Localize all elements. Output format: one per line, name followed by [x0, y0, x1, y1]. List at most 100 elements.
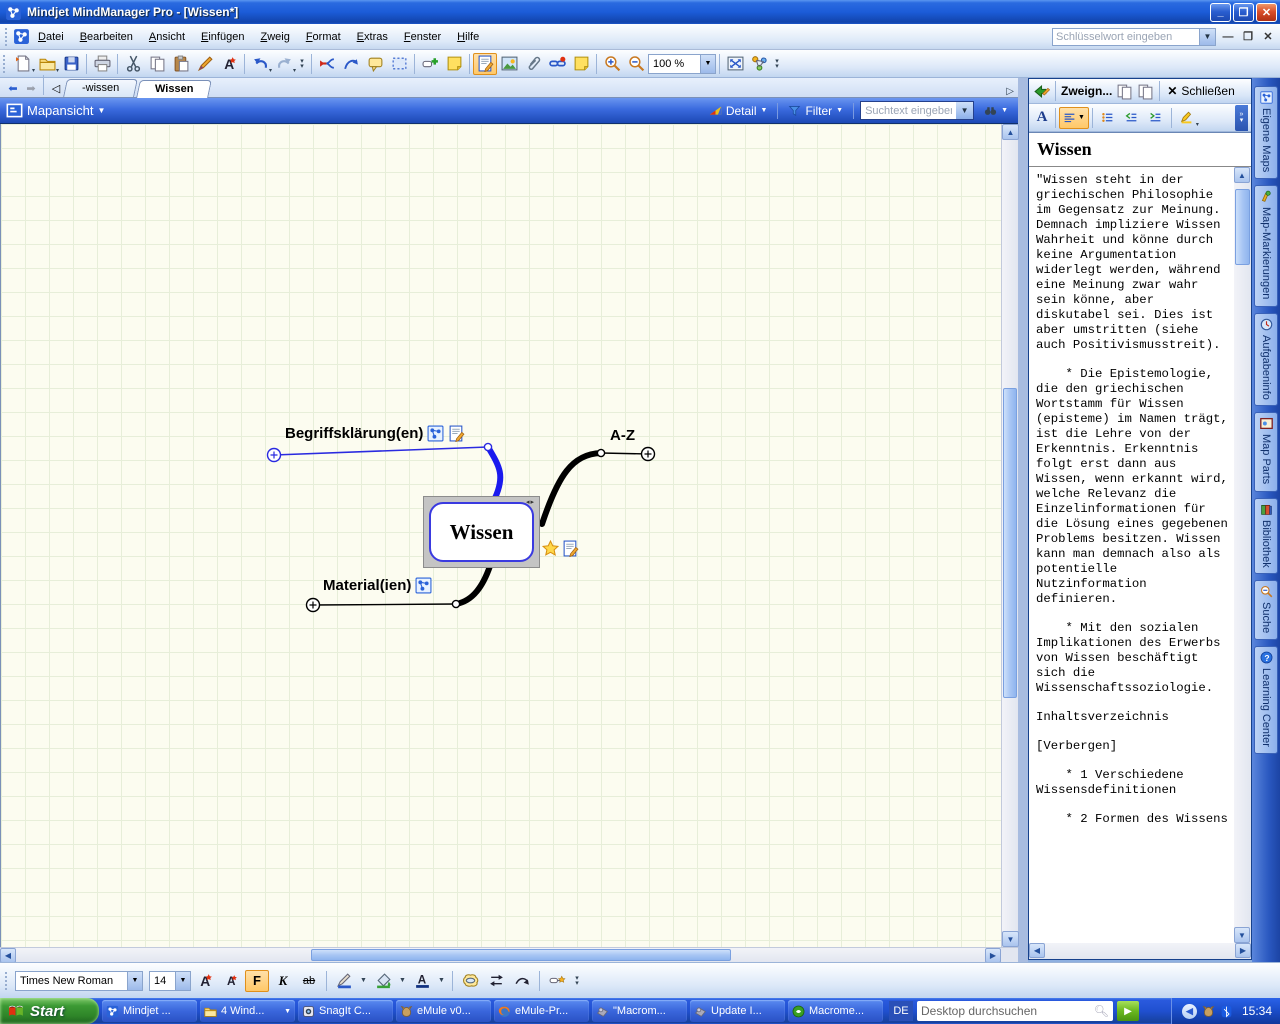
save-button[interactable] [59, 53, 83, 75]
notes-scroll-up[interactable]: ▲ [1234, 167, 1250, 183]
branch-notes-icon[interactable] [448, 425, 465, 442]
menu-zweig[interactable]: Zweig [252, 27, 297, 47]
insert-subtopic-button[interactable] [315, 53, 339, 75]
font-size-arrow[interactable]: ▼ [175, 972, 190, 990]
font-color-button[interactable] [410, 970, 434, 992]
tray-collapse-icon[interactable]: ◀ [1182, 1004, 1197, 1019]
format-text-button[interactable] [217, 53, 241, 75]
line-color-button[interactable] [332, 970, 356, 992]
topic-notes-icon[interactable] [562, 540, 579, 557]
nav-forward-button[interactable]: ➡ [22, 80, 40, 96]
find-button[interactable]: ▼ [980, 102, 1012, 119]
format-painter-button[interactable] [193, 53, 217, 75]
redo-button[interactable]: ▾ [272, 53, 296, 75]
insert-image-button[interactable] [497, 53, 521, 75]
menu-hilfe[interactable]: Hilfe [449, 27, 487, 47]
print-button[interactable] [90, 53, 114, 75]
fill-color-button[interactable] [371, 970, 395, 992]
grow-font-button[interactable] [193, 970, 217, 992]
notes-horizontal-scrollbar[interactable]: ◀ ▶ [1029, 943, 1251, 959]
notes-scroll-down[interactable]: ▼ [1234, 927, 1250, 943]
relationship-button[interactable] [484, 970, 508, 992]
close-button[interactable]: ✕ [1256, 3, 1277, 22]
hyperlink-button[interactable] [545, 53, 569, 75]
font-color-arrow[interactable]: ▼ [436, 970, 447, 992]
alignment-button[interactable]: ▼ [1059, 107, 1089, 129]
zoom-in-button[interactable] [600, 53, 624, 75]
central-topic[interactable]: Wissen [429, 502, 534, 562]
taskbar-mindjet[interactable]: Mindjet ... [102, 1000, 197, 1022]
boundary-button[interactable] [458, 970, 482, 992]
tab-scroll-right-button[interactable]: ▷ [1006, 86, 1014, 97]
font-size-combo[interactable]: 14 ▼ [149, 971, 191, 991]
sticky-notes-button[interactable] [569, 53, 593, 75]
branch-a-z[interactable]: A-Z [610, 427, 635, 444]
paste-button[interactable] [169, 53, 193, 75]
v-scroll-thumb[interactable] [1003, 388, 1017, 698]
decrease-indent-button[interactable] [1120, 107, 1144, 129]
taskbar-macromedia[interactable]: Macrome... [788, 1000, 883, 1022]
mdi-restore-button[interactable]: ❐ [1240, 29, 1256, 44]
taskbar-update[interactable]: Update I... [690, 1000, 785, 1022]
branch-begriffsklaerung[interactable]: Begriffsklärung(en) [285, 425, 465, 442]
notes-text[interactable]: "Wissen steht in der griechischen Philos… [1029, 167, 1234, 943]
bluetooth-icon[interactable] [1220, 1005, 1233, 1018]
tab-wissen-old[interactable]: -wissen [63, 79, 138, 97]
map-canvas[interactable]: Begriffsklärung(en) A-Z Material(ien) ◂▸… [1, 124, 1001, 947]
notes-scroll-right[interactable]: ▶ [1235, 943, 1251, 958]
scroll-left-arrow[interactable]: ◀ [0, 948, 16, 963]
increase-indent-button[interactable] [1144, 107, 1168, 129]
zoom-combo-arrow[interactable]: ▼ [700, 55, 715, 73]
shrink-font-button[interactable] [219, 970, 243, 992]
star-icon[interactable] [542, 540, 559, 557]
multimap-view-button[interactable] [747, 53, 771, 75]
menu-ansicht[interactable]: Ansicht [141, 27, 193, 47]
insert-callout-button[interactable] [363, 53, 387, 75]
sidetab-map-markierungen[interactable]: Map-Markierungen [1254, 185, 1278, 306]
bold-button[interactable]: F [245, 970, 269, 992]
notes-scroll-left[interactable]: ◀ [1029, 943, 1045, 958]
map-search-input[interactable] [861, 102, 956, 119]
zoom-level-combo[interactable]: 100 % ▼ [648, 54, 716, 74]
font-family-combo[interactable]: Times New Roman ▼ [15, 971, 143, 991]
curved-relationship-button[interactable] [510, 970, 534, 992]
fill-color-arrow[interactable]: ▼ [397, 970, 408, 992]
notes-vertical-scrollbar[interactable]: ▲ ▼ [1234, 167, 1251, 943]
sidetab-aufgabeninfo[interactable]: Aufgabeninfo [1254, 313, 1278, 407]
menu-extras[interactable]: Extras [349, 27, 396, 47]
fit-map-button[interactable] [723, 53, 747, 75]
central-topic-selection[interactable]: ◂▸ Wissen [423, 496, 540, 568]
taskbar-windows-group[interactable]: 4 Wind... ▼ [200, 1000, 295, 1022]
zoom-out-button[interactable] [624, 53, 648, 75]
scroll-down-arrow[interactable]: ▼ [1002, 931, 1019, 947]
insert-note-flag-button[interactable] [442, 53, 466, 75]
new-map-button[interactable]: ▾ [11, 53, 35, 75]
sidetab-bibliothek[interactable]: Bibliothek [1254, 498, 1278, 575]
insert-relationship-button[interactable] [339, 53, 363, 75]
highlighter-button[interactable]: ▾ [1175, 107, 1199, 129]
font-family-arrow[interactable]: ▼ [127, 972, 142, 990]
menu-bearbeiten[interactable]: Bearbeiten [72, 27, 141, 47]
sidetab-map-parts[interactable]: Map Parts [1254, 412, 1278, 491]
copy-button[interactable] [145, 53, 169, 75]
taskbar-snagit[interactable]: SnagIt C... [298, 1000, 393, 1022]
font-button[interactable]: A [1032, 107, 1052, 129]
start-button[interactable]: Start [0, 998, 99, 1024]
keyword-dropdown-button[interactable]: ▼ [1200, 28, 1216, 46]
notes-close-button[interactable]: ✕ Schließen [1167, 84, 1234, 98]
select-rectangle-button[interactable] [387, 53, 411, 75]
line-color-arrow[interactable]: ▼ [358, 970, 369, 992]
subtopics-icon-2[interactable] [415, 577, 432, 594]
next-note-icon[interactable] [1137, 83, 1154, 100]
map-view-title[interactable]: Mapansicht [27, 103, 93, 118]
scroll-up-arrow[interactable]: ▲ [1002, 124, 1019, 140]
desktop-search-input[interactable] [921, 1004, 1094, 1018]
attach-file-button[interactable] [521, 53, 545, 75]
format-toolbar-overflow[interactable]: ▾▾ [571, 969, 583, 993]
nav-back-button[interactable]: ⬅ [4, 80, 22, 96]
search-go-button[interactable]: ▶ [1117, 1001, 1139, 1021]
h-scroll-thumb[interactable] [311, 949, 731, 961]
open-button[interactable]: ▾ [35, 53, 59, 75]
sidetab-learning-center[interactable]: Learning Center [1254, 646, 1278, 754]
sidetab-suche[interactable]: Suche [1254, 580, 1278, 640]
